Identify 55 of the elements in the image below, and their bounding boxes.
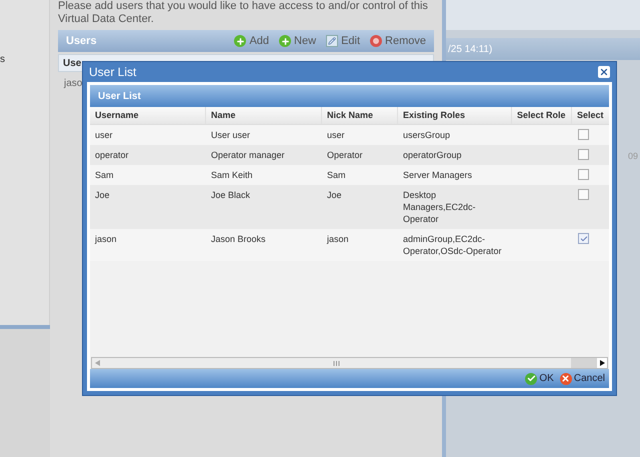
- checkbox[interactable]: [578, 189, 589, 200]
- table-cell-text: adminGroup,EC2dc-Operator,OSdc-Operator: [402, 233, 503, 257]
- panel-title: User List: [98, 90, 141, 104]
- toolbar-button[interactable]: Edit: [326, 32, 360, 50]
- table-cell-text: jason: [326, 233, 350, 246]
- checkbox[interactable]: [578, 233, 589, 244]
- pencil-icon: [326, 35, 338, 47]
- column-header: Username: [90, 107, 206, 124]
- table-cell-text: jaso: [64, 76, 82, 90]
- table-cell-text: Sam Keith: [210, 169, 254, 181]
- table-cell-text: Server Managers: [402, 169, 474, 181]
- horizontal-scrollbar[interactable]: [91, 357, 608, 369]
- sidebar-text: s: [0, 53, 6, 67]
- table-cell-text: usersGroup: [402, 129, 452, 141]
- dialog-button[interactable]: OK: [525, 371, 554, 386]
- no-entry-icon: [370, 35, 382, 47]
- table-cell-text: Operator manager: [210, 149, 286, 161]
- intro-text: Please add users that you would like to have access to and/or control of this Virtual Data Center.: [58, 0, 429, 26]
- check-circle-icon: [525, 372, 538, 384]
- checkbox[interactable]: [578, 169, 589, 180]
- table-cell-text: Joe Black: [210, 189, 252, 202]
- table-cell-text: user: [326, 129, 346, 141]
- dialog-button[interactable]: Cancel: [560, 371, 605, 386]
- table-cell-text: Joe: [326, 189, 343, 202]
- checkbox[interactable]: [578, 149, 589, 160]
- header-text: /25 14:11): [448, 42, 492, 56]
- table-cell-text: Operator: [326, 149, 364, 161]
- table-cell-text: user: [94, 129, 114, 141]
- grip-icon: [333, 360, 340, 366]
- checkbox[interactable]: [578, 129, 589, 140]
- toolbar-button[interactable]: Add: [234, 32, 270, 50]
- column-header: Nick Name: [322, 107, 398, 124]
- table-cell-text: Jason Brooks: [210, 233, 267, 246]
- table-cell-text: Desktop Managers,EC2dc-Operator: [402, 189, 477, 225]
- column-header: Name: [206, 107, 322, 124]
- panel-title: Users: [66, 34, 97, 49]
- close-circle-icon: [560, 372, 572, 384]
- table-cell-text: jason: [94, 233, 118, 246]
- scrollbar-thumb[interactable]: [571, 358, 597, 368]
- table-cell-text: Joe: [94, 189, 111, 202]
- close-button[interactable]: [598, 66, 610, 78]
- table-cell-text: User user: [210, 129, 252, 141]
- table-cell-text: Sam: [94, 169, 115, 181]
- column-header: Select Role: [512, 107, 572, 124]
- table-cell-text: operatorGroup: [402, 149, 463, 161]
- table-cell-text: Sam: [326, 169, 347, 181]
- dialog-title: User List: [89, 64, 136, 81]
- scroll-right-icon[interactable]: [597, 358, 607, 368]
- toolbar-button[interactable]: Remove: [370, 32, 426, 50]
- table-cell-text: operator: [94, 149, 130, 161]
- table-cell-text: 09: [628, 150, 638, 163]
- toolbar-button[interactable]: New: [279, 32, 316, 50]
- column-header: Existing Roles: [398, 107, 512, 124]
- column-header: Use: [63, 56, 82, 70]
- column-header: Select: [572, 107, 609, 124]
